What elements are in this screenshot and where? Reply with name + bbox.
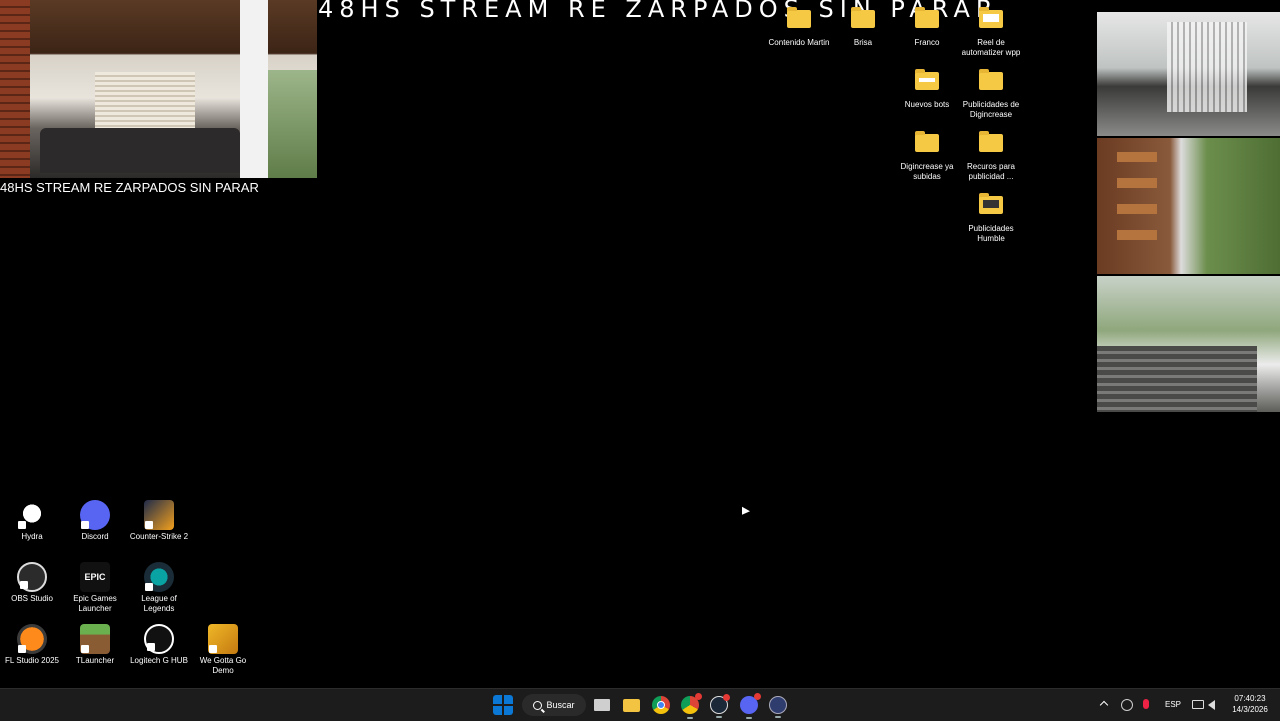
folder-icon (915, 131, 939, 152)
taskbar-search[interactable]: Buscar (522, 694, 586, 716)
desktop-icon-label: Recuros para publicidad ... (966, 162, 1016, 181)
desktop-folder-publicidades-digincrease[interactable]: Publicidades de Digincrease (959, 68, 1023, 120)
wood-plank (1117, 204, 1157, 214)
stream-title: 48HS STREAM RE ZARPADOS SIN PARAR (0, 180, 259, 195)
we-gotta-go-icon (208, 624, 238, 654)
folder-icon (915, 7, 939, 28)
desktop-shortcut-fl-studio[interactable]: FL Studio 2025 (0, 624, 64, 666)
desktop-shortcut-logitech[interactable]: Logitech G HUB (127, 624, 191, 666)
cushion-stack (1097, 346, 1257, 412)
steam-icon[interactable] (710, 694, 730, 718)
desktop-icon-label: Publicidades Humble (968, 224, 1014, 243)
webcam-feed-2 (1097, 138, 1280, 274)
obs-taskbar-icon[interactable] (769, 696, 787, 718)
taskbar: Buscar ESP 07:40:23 14/3/2026 (0, 688, 1280, 721)
desktop-icon-label: Nuevos bots (904, 100, 950, 109)
webcam-feed-1 (1097, 12, 1280, 136)
folder-icon (787, 7, 811, 28)
search-icon (533, 700, 543, 710)
tray-chevron-up-icon[interactable] (1100, 689, 1110, 721)
file-explorer-icon[interactable] (623, 699, 640, 712)
desktop-folder-digincrease-subidas[interactable]: Digincrease ya subidas (895, 130, 959, 182)
desktop-folder-franco[interactable]: Franco (895, 6, 959, 48)
desktop-shortcut-we-gotta-go[interactable]: We Gotta Go Demo (191, 624, 255, 676)
discord-icon (80, 500, 110, 530)
fl-studio-icon (17, 624, 47, 654)
mouse-cursor-icon (742, 506, 750, 520)
counter-strike-icon (144, 500, 174, 530)
desktop-folder-reel-automatizer[interactable]: Reel de automatizer wpp (959, 6, 1023, 58)
folder-icon (851, 7, 875, 28)
folder-icon (979, 69, 1003, 90)
desktop: 48HS STREAM RE ZARPADOS SIN PARAR 48HS S… (0, 0, 1280, 688)
desktop-icon-label: Epic Games Launcher (73, 594, 117, 613)
desktop-folder-contenido-martin[interactable]: Contenido Martin (767, 6, 831, 48)
desktop-icon-label: We Gotta Go Demo (199, 656, 247, 675)
webcam-feed-main (0, 0, 317, 178)
search-label: Buscar (546, 700, 575, 710)
desktop-icon-label: Discord (81, 532, 109, 541)
desktop-shortcut-hydra[interactable]: Hydra (0, 500, 64, 542)
chrome-profile-icon[interactable] (681, 693, 702, 719)
white-pillar (240, 0, 268, 178)
sofa (40, 128, 240, 173)
folder-icon (979, 193, 1003, 214)
display-icon[interactable] (1192, 700, 1204, 709)
desktop-folder-publicidades-humble[interactable]: Publicidades Humble (959, 192, 1023, 244)
desktop-icon-label: TLauncher (75, 656, 115, 665)
desktop-icon-label: Contenido Martin (768, 38, 830, 47)
desktop-icon-label: League of Legends (141, 594, 177, 613)
garden-view (268, 70, 317, 178)
tlauncher-icon (80, 624, 110, 654)
window-frame (1167, 22, 1247, 112)
folder-icon (979, 7, 1003, 28)
league-of-legends-icon (144, 562, 174, 592)
desktop-shortcut-counter-strike[interactable]: Counter-Strike 2 (127, 500, 191, 542)
logitech-icon (144, 624, 174, 654)
windows-start-icon[interactable] (493, 695, 513, 715)
task-view-icon[interactable] (594, 699, 610, 711)
desktop-icon-label: Digincrease ya subidas (900, 162, 954, 181)
desktop-shortcut-obs[interactable]: OBS Studio (0, 562, 64, 604)
desktop-icon-label: OBS Studio (11, 594, 53, 603)
desktop-icon-label: Counter-Strike 2 (129, 532, 189, 541)
folder-icon (915, 69, 939, 90)
desktop-icon-label: Publicidades de Digincrease (962, 100, 1020, 119)
brick-wall (0, 0, 30, 178)
hydra-icon (17, 500, 47, 530)
clock-time: 07:40:23 (1234, 694, 1266, 703)
desktop-icon-label: Logitech G HUB (130, 656, 188, 665)
desktop-icon-label: Brisa (853, 38, 873, 47)
desktop-icon-label: Franco (914, 38, 940, 47)
system-clock[interactable]: 07:40:23 14/3/2026 (1226, 693, 1274, 715)
desktop-shortcut-discord[interactable]: Discord (63, 500, 127, 542)
desktop-folder-recursos-publicidad[interactable]: Recuros para publicidad ... (959, 130, 1023, 182)
desktop-folder-nuevos-bots[interactable]: Nuevos bots (895, 68, 959, 110)
desktop-icon-label: Hydra (21, 532, 43, 541)
desktop-folder-brisa[interactable]: Brisa (831, 6, 895, 48)
wood-plank (1117, 178, 1157, 188)
network-icon[interactable] (1121, 699, 1133, 711)
discord-taskbar-icon[interactable] (740, 693, 761, 719)
folder-icon (979, 131, 1003, 152)
webcam-feed-3 (1097, 276, 1280, 412)
window-blinds (95, 72, 195, 132)
wood-plank (1117, 152, 1157, 162)
language-indicator[interactable]: ESP (1165, 689, 1181, 721)
wood-plank (1117, 230, 1157, 240)
obs-icon (17, 562, 47, 592)
desktop-shortcut-epic-games[interactable]: EPIC Epic Games Launcher (63, 562, 127, 614)
microphone-icon[interactable] (1143, 699, 1149, 709)
volume-icon[interactable] (1208, 700, 1215, 710)
desktop-icon-label: FL Studio 2025 (5, 656, 59, 665)
desktop-shortcut-tlauncher[interactable]: TLauncher (63, 624, 127, 666)
chrome-icon[interactable] (652, 696, 670, 714)
epic-games-icon: EPIC (80, 562, 110, 592)
clock-date: 14/3/2026 (1232, 705, 1268, 714)
desktop-shortcut-league-of-legends[interactable]: League of Legends (127, 562, 191, 614)
desktop-icon-label: Reel de automatizer wpp (961, 38, 1021, 57)
